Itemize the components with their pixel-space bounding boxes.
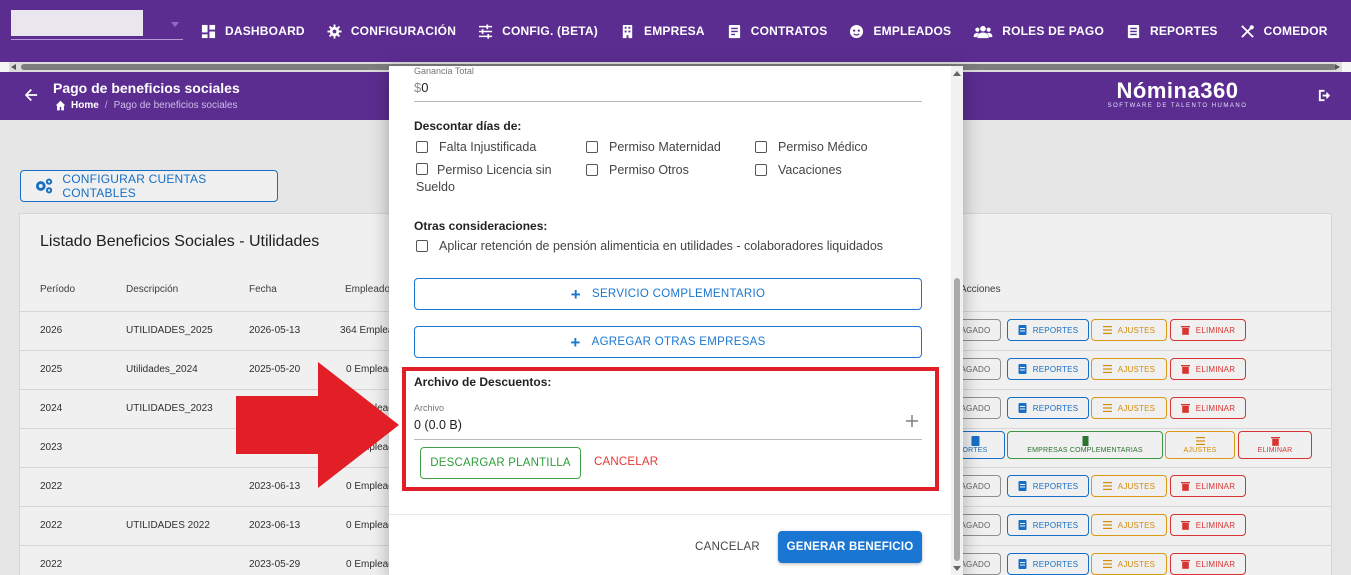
- total-field[interactable]: $0: [414, 80, 428, 95]
- breadcrumb: Home / Pago de beneficios sociales: [55, 100, 238, 111]
- dashboard-icon: [201, 24, 216, 38]
- arrow-left-icon[interactable]: [24, 88, 38, 102]
- home-icon: [55, 100, 66, 111]
- checkbox-permiso-maternidad[interactable]: Permiso Maternidad: [586, 139, 721, 156]
- checkbox-permiso-medico[interactable]: Permiso Médico: [755, 139, 868, 156]
- group-icon: [973, 25, 993, 38]
- checkbox-permiso-licencia[interactable]: Permiso Licencia sin Sueldo: [416, 162, 576, 196]
- building-icon: [622, 24, 633, 38]
- company-select-value: [11, 10, 143, 36]
- gear-icon: [327, 23, 342, 39]
- total-underline: [414, 101, 922, 102]
- checkbox-label: Permiso Licencia sin Sueldo: [416, 163, 552, 194]
- nav-item-label: CONTRATOS: [750, 24, 828, 38]
- checkbox-label: Falta Injustificada: [439, 140, 537, 154]
- checkbox-box[interactable]: [416, 240, 428, 252]
- nav-item-label: CONFIGURACIÓN: [350, 24, 457, 38]
- utensils-icon: [1240, 24, 1254, 38]
- nav-item-roles-de-pago[interactable]: ROLES DE PAGO: [962, 0, 1115, 62]
- scroll-right-arrow-icon[interactable]: [1335, 64, 1340, 70]
- checkbox-box[interactable]: [755, 141, 767, 153]
- nav-item-more[interactable]: [1339, 0, 1351, 62]
- nav-item-label: DASHBOARD: [225, 24, 305, 38]
- checkbox-permiso-otros[interactable]: Permiso Otros: [586, 162, 689, 179]
- nav-item-label: COMEDOR: [1263, 24, 1328, 38]
- button-label: AGREGAR OTRAS EMPRESAS: [591, 336, 766, 348]
- nav-item-configuracion[interactable]: CONFIGURACIÓN: [316, 0, 467, 62]
- checkbox-box[interactable]: [586, 164, 598, 176]
- checkbox-falta-injustificada[interactable]: Falta Injustificada: [416, 139, 536, 156]
- company-select[interactable]: [11, 10, 183, 40]
- plus-icon: +: [570, 332, 581, 352]
- breadcrumb-current: Pago de beneficios sociales: [113, 100, 238, 111]
- dialog-footer-divider: [389, 514, 951, 515]
- checkbox-pension-retention[interactable]: Aplicar retención de pensión alimenticia…: [416, 238, 883, 255]
- report-icon: [1127, 24, 1140, 38]
- nav-item-reportes[interactable]: REPORTES: [1115, 0, 1229, 62]
- nav-item-label: CONFIG. (BETA): [502, 24, 598, 38]
- face-icon: [850, 24, 864, 38]
- logout-icon[interactable]: [1317, 88, 1332, 103]
- nav-item-label: EMPLEADOS: [873, 24, 952, 38]
- checkbox-label: Permiso Médico: [778, 140, 868, 154]
- total-label: Ganancia Total: [414, 66, 474, 76]
- complementary-service-button[interactable]: + SERVICIO COMPLEMENTARIO: [414, 278, 922, 310]
- brand-logo: Nómina360 SOFTWARE DE TALENTO HUMANO: [1105, 78, 1250, 109]
- add-companies-button[interactable]: + AGREGAR OTRAS EMPRESAS: [414, 326, 922, 358]
- annotation-highlight-box: [402, 367, 939, 491]
- checkbox-box[interactable]: [416, 141, 428, 153]
- chevron-down-icon: [171, 22, 179, 27]
- page-title: Pago de beneficios sociales: [53, 80, 240, 96]
- logo-main: Nómina360: [1116, 78, 1239, 103]
- nav-item-empresa[interactable]: EMPRESA: [609, 0, 716, 62]
- checkbox-box[interactable]: [416, 163, 428, 175]
- plus-icon: +: [570, 284, 581, 304]
- annotation-arrow-icon: [236, 362, 399, 488]
- other-section-title: Otras consideraciones:: [414, 219, 548, 233]
- top-navbar: DASHBOARD CONFIGURACIÓN CONFIG. (BETA) E…: [0, 0, 1351, 62]
- tune-icon: [479, 23, 493, 39]
- dialog-vertical-scrollbar[interactable]: [951, 66, 963, 575]
- breadcrumb-separator: /: [104, 100, 108, 111]
- button-label: SERVICIO COMPLEMENTARIO: [591, 288, 766, 300]
- nav-item-comedor[interactable]: COMEDOR: [1229, 0, 1339, 62]
- checkbox-box[interactable]: [586, 141, 598, 153]
- checkbox-label: Permiso Maternidad: [609, 140, 721, 154]
- total-value: 0: [421, 80, 429, 95]
- checkbox-label: Vacaciones: [778, 163, 842, 177]
- scroll-down-arrow-icon[interactable]: [953, 566, 961, 571]
- scrollbar-thumb[interactable]: [954, 278, 960, 561]
- nav-item-dashboard[interactable]: DASHBOARD: [190, 0, 316, 62]
- nav-item-contratos[interactable]: CONTRATOS: [716, 0, 839, 62]
- nav-item-label: ROLES DE PAGO: [1002, 24, 1104, 38]
- discount-section-title: Descontar días de:: [414, 119, 522, 133]
- nav-item-label: EMPRESA: [643, 24, 705, 38]
- logo-tagline: SOFTWARE DE TALENTO HUMANO: [1107, 103, 1248, 109]
- cancel-button[interactable]: CANCELAR: [695, 541, 760, 553]
- document-icon: [728, 24, 740, 38]
- scroll-up-arrow-icon[interactable]: [953, 71, 961, 76]
- nav-item-label: REPORTES: [1149, 24, 1218, 38]
- nav-menu: DASHBOARD CONFIGURACIÓN CONFIG. (BETA) E…: [190, 0, 1351, 62]
- breadcrumb-home[interactable]: Home: [71, 100, 99, 111]
- checkbox-label: Permiso Otros: [609, 163, 689, 177]
- checkbox-vacaciones[interactable]: Vacaciones: [755, 162, 842, 179]
- nav-item-empleados[interactable]: EMPLEADOS: [838, 0, 962, 62]
- nav-item-config-beta[interactable]: CONFIG. (BETA): [467, 0, 609, 62]
- checkbox-box[interactable]: [755, 164, 767, 176]
- generate-benefit-dialog: Ganancia Total $0 Descontar días de: Fal…: [389, 66, 963, 575]
- checkbox-label: Aplicar retención de pensión alimenticia…: [439, 239, 884, 253]
- scroll-left-arrow-icon[interactable]: [11, 64, 16, 70]
- generate-benefit-button[interactable]: GENERAR BENEFICIO: [778, 531, 922, 563]
